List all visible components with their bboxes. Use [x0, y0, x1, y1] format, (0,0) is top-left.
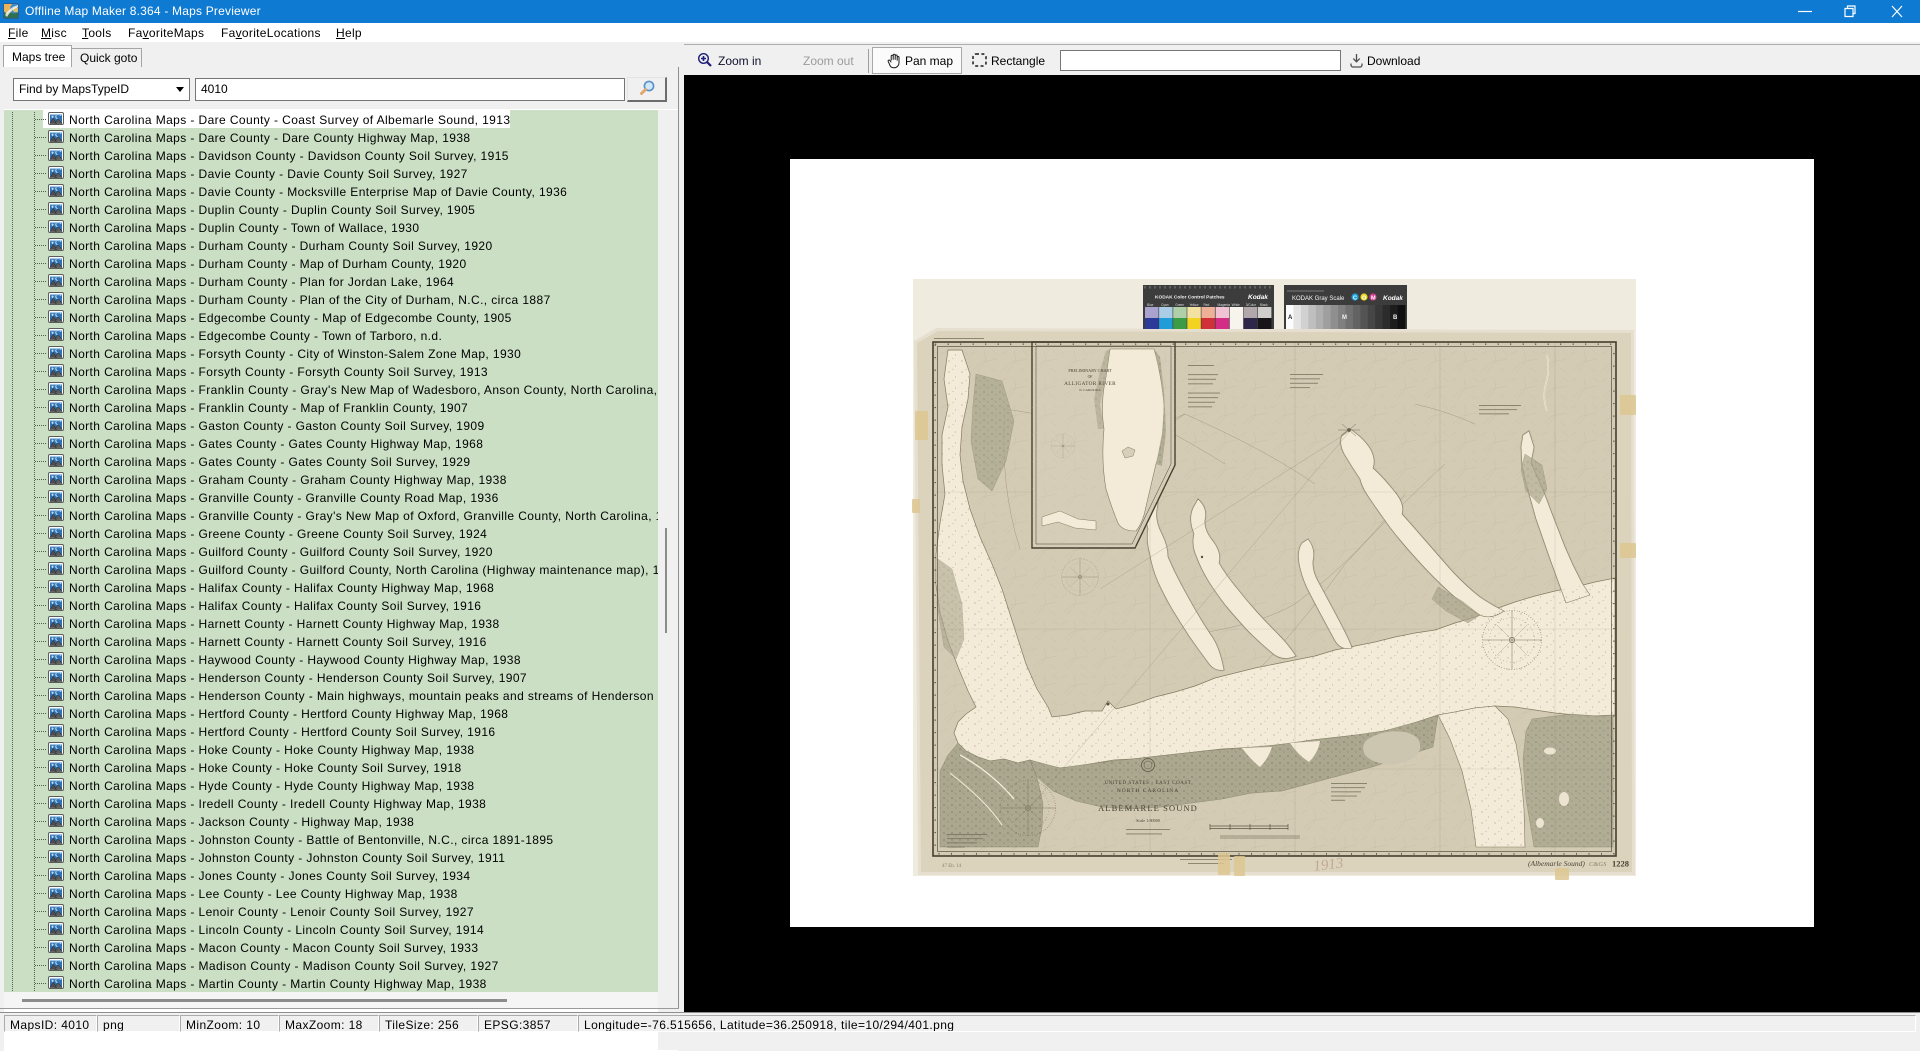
svg-text:M: M	[1371, 296, 1376, 302]
svg-text:Black: Black	[1260, 303, 1268, 307]
svg-text:Yellow: Yellow	[1189, 303, 1199, 307]
svg-text:KODAK Color Control Patches: KODAK Color Control Patches	[1155, 295, 1225, 301]
svg-text:B: B	[1393, 315, 1398, 321]
svg-text:M: M	[1342, 315, 1347, 321]
svg-text:Kodak: Kodak	[1248, 294, 1268, 301]
svg-text:C: C	[1353, 296, 1357, 302]
svg-text:O: O	[1362, 296, 1367, 302]
svg-text:UNITED STATES - EAST COAST: UNITED STATES - EAST COAST	[1104, 781, 1191, 786]
svg-text:ALLIGATOR RIVER: ALLIGATOR RIVER	[1064, 381, 1116, 387]
svg-text:PRELIMINARY CHART: PRELIMINARY CHART	[1068, 368, 1112, 373]
svg-text:OF: OF	[1088, 375, 1093, 379]
svg-text:Cyan: Cyan	[1161, 303, 1169, 307]
svg-text:NORTH CAROLINA: NORTH CAROLINA	[1117, 788, 1179, 794]
svg-text:Kodak: Kodak	[1383, 295, 1403, 302]
svg-text:A: A	[1288, 315, 1293, 321]
svg-text:1228: 1228	[1612, 859, 1629, 869]
svg-text:White: White	[1232, 303, 1240, 307]
svg-text:3/Color: 3/Color	[1246, 303, 1257, 307]
svg-text:Scale 1:80000: Scale 1:80000	[1136, 818, 1160, 823]
svg-text:KODAK Gray Scale: KODAK Gray Scale	[1292, 296, 1345, 302]
svg-text:ALBEMARLE SOUND: ALBEMARLE SOUND	[1098, 803, 1198, 813]
svg-text:Magenta: Magenta	[1218, 303, 1231, 307]
svg-text:Blue: Blue	[1147, 303, 1154, 307]
svg-text:Green: Green	[1175, 303, 1184, 307]
svg-text:N. CAROLINA: N. CAROLINA	[1079, 388, 1101, 392]
svg-text:C&GS: C&GS	[1589, 861, 1607, 868]
svg-text:(Albemarle Sound): (Albemarle Sound)	[1528, 859, 1585, 868]
svg-text:Red: Red	[1203, 303, 1209, 307]
svg-text:47 Eb. 14: 47 Eb. 14	[942, 864, 962, 869]
